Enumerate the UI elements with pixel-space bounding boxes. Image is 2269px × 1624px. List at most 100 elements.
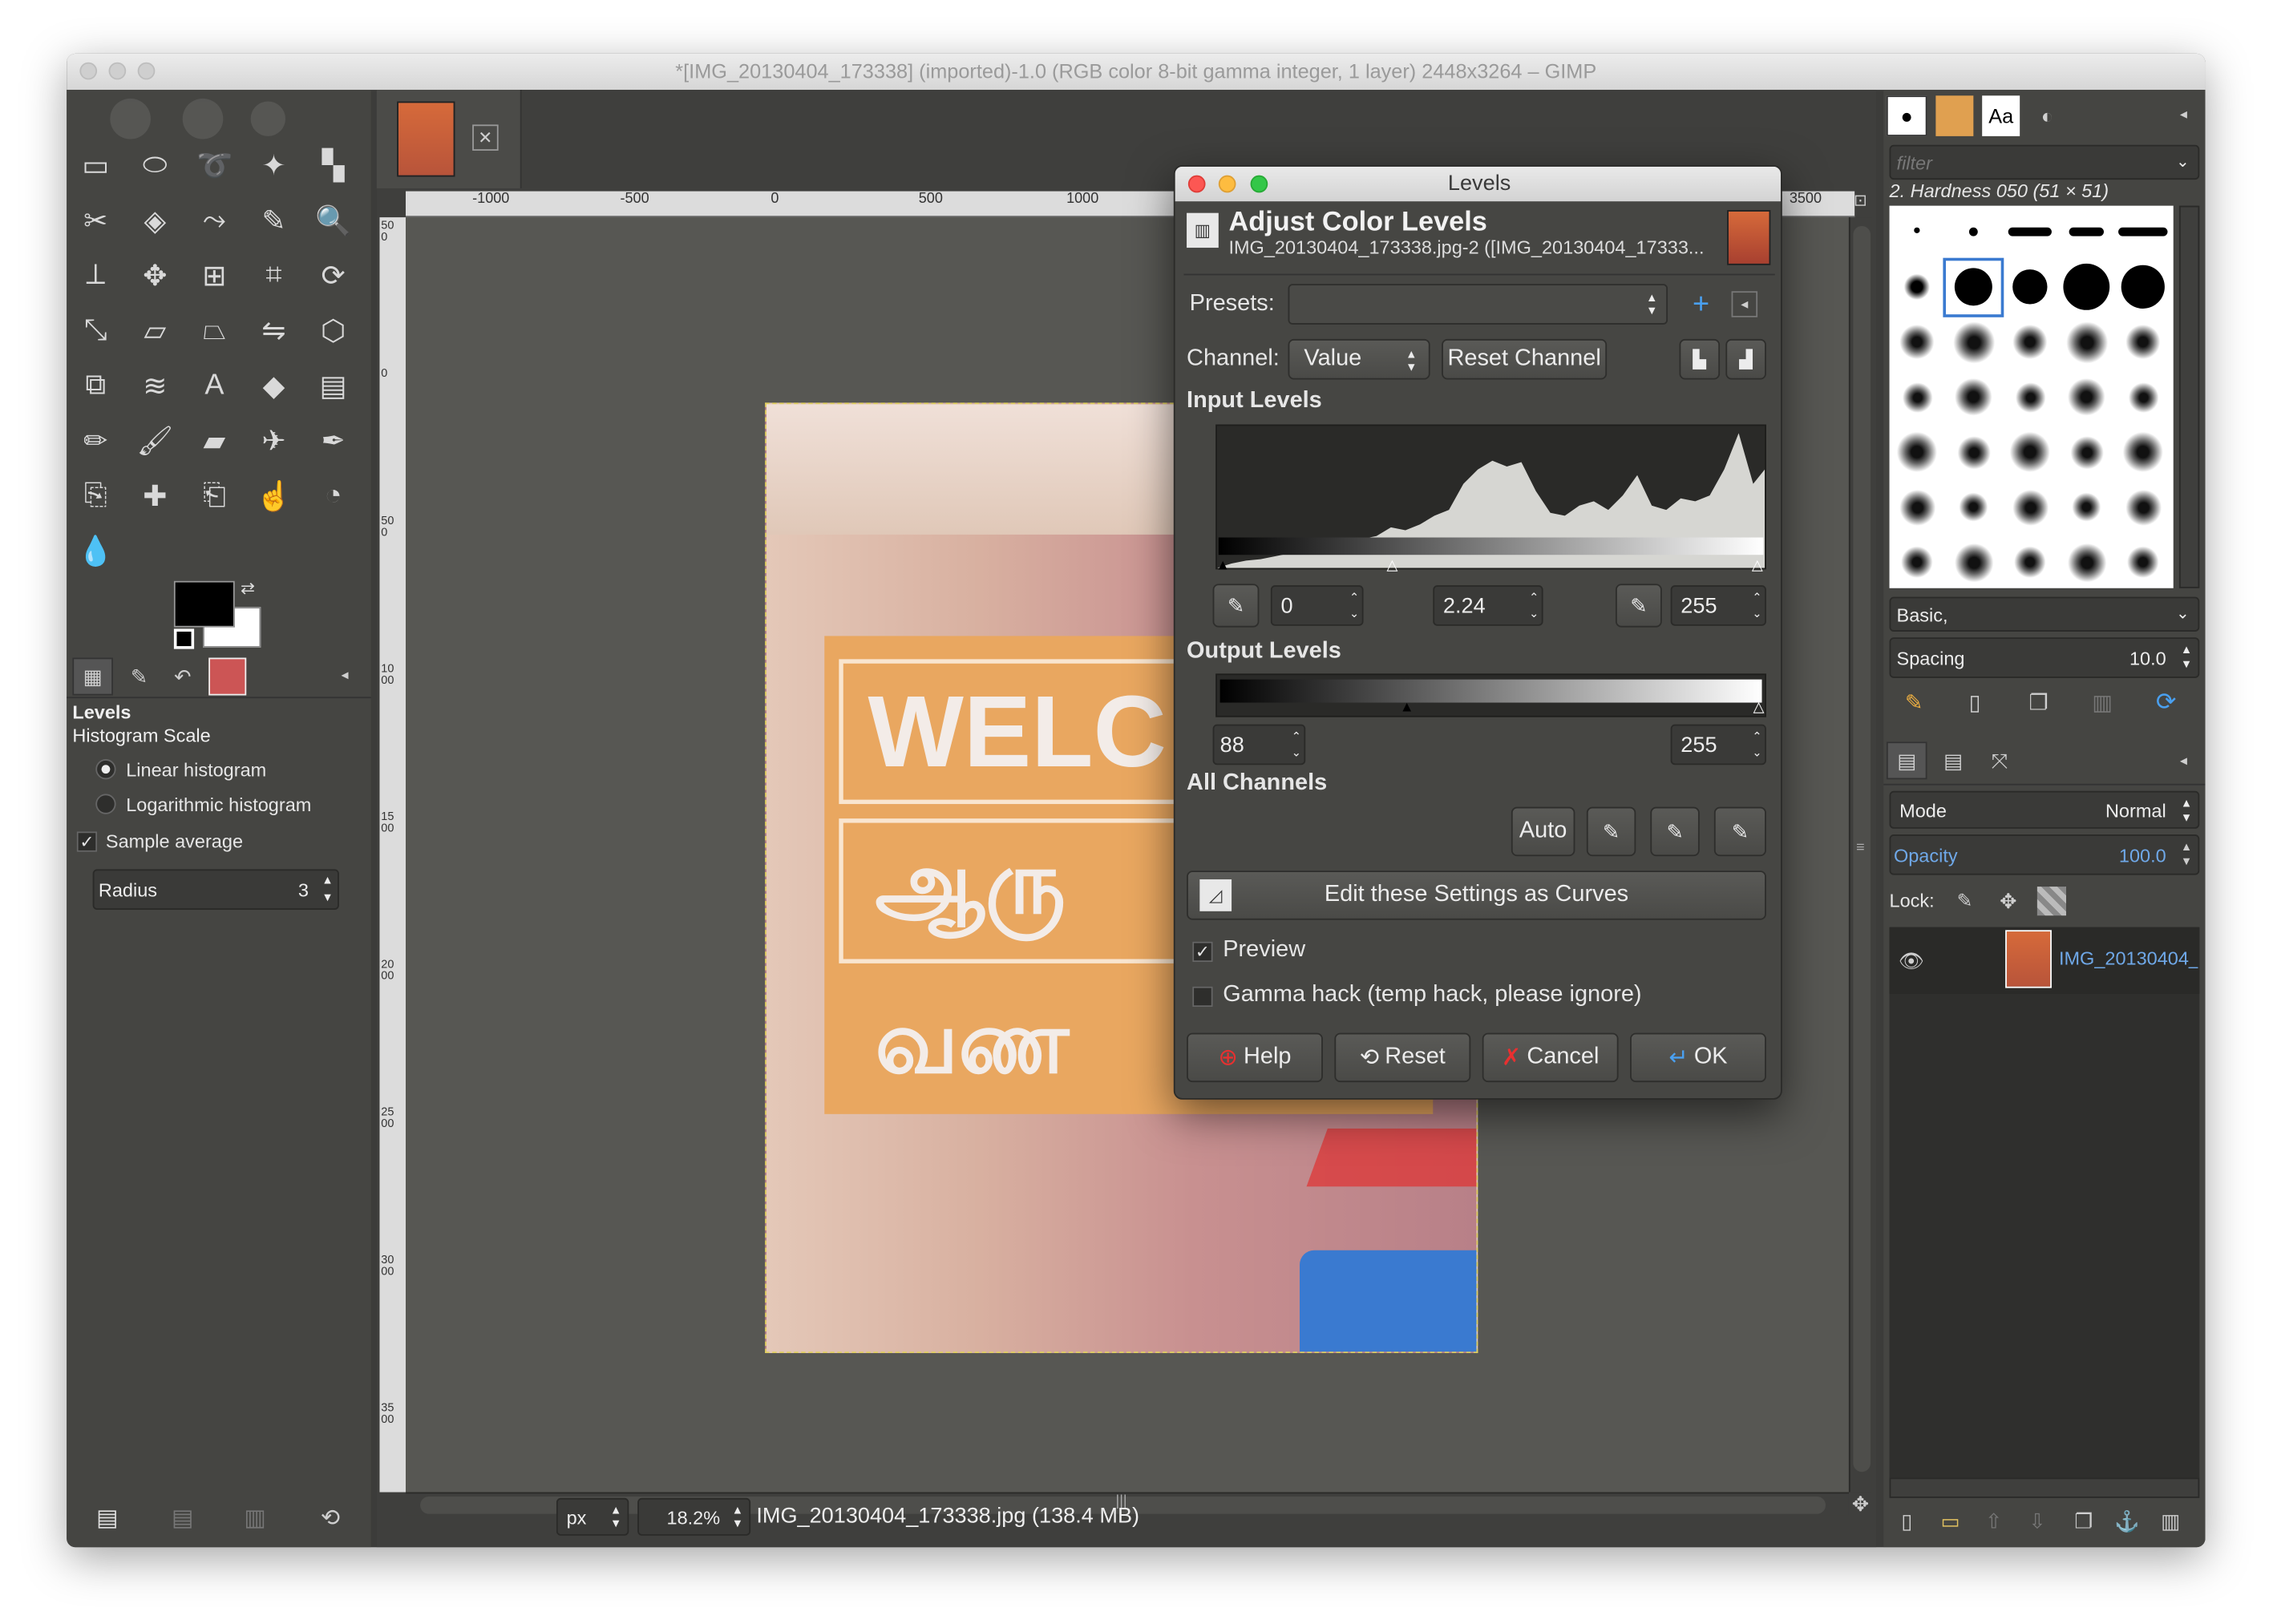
crop-tool-icon[interactable]: ⌗ bbox=[251, 252, 297, 298]
text-tool-icon[interactable]: A bbox=[192, 362, 238, 409]
scissors-tool-icon[interactable]: ✂ bbox=[72, 197, 119, 244]
clone-tool-icon[interactable]: ⎘ bbox=[72, 472, 119, 519]
paintbrush-tool-icon[interactable]: 🖌 bbox=[131, 418, 178, 464]
brush-cell[interactable] bbox=[1890, 261, 1945, 314]
new-layer-icon[interactable]: ▯ bbox=[1892, 1507, 1921, 1536]
close-window-button[interactable] bbox=[79, 62, 98, 80]
brush-cell[interactable] bbox=[2115, 261, 2170, 314]
auto-gray-picker-icon[interactable]: ✎ bbox=[1650, 806, 1700, 857]
ink-tool-icon[interactable]: ✒ bbox=[310, 418, 357, 464]
input-low-spin-icon[interactable]: ⌃ ⌄ bbox=[1349, 590, 1359, 622]
preview-checkbox[interactable]: ✓ bbox=[1192, 941, 1213, 963]
spacing-field[interactable]: Spacing 10.0 ▲ ▼ bbox=[1889, 637, 2200, 678]
output-low-spin-icon[interactable]: ⌃ ⌄ bbox=[1292, 729, 1301, 761]
brush-cell[interactable] bbox=[2059, 316, 2114, 370]
measure-tool-icon[interactable]: ⟂ bbox=[72, 252, 119, 298]
pencil-tool-icon[interactable]: ✏ bbox=[72, 418, 119, 464]
cancel-button[interactable]: ✗ Cancel bbox=[1482, 1032, 1619, 1083]
brush-preset-select[interactable]: Basic, ⌄ bbox=[1889, 596, 2200, 632]
warp-tool-icon[interactable]: ≋ bbox=[131, 362, 178, 409]
images-tab-icon[interactable] bbox=[208, 657, 247, 696]
lock-position-icon[interactable]: ✥ bbox=[1994, 887, 2023, 915]
brush-cell[interactable] bbox=[1946, 316, 2001, 370]
blur-tool-icon[interactable]: 💧 bbox=[72, 527, 119, 574]
input-gamma-field[interactable]: 2.24 ⌃ ⌄ bbox=[1433, 585, 1543, 626]
layers-list[interactable]: 👁 IMG_20130404_ bbox=[1889, 927, 2200, 1478]
eraser-tool-icon[interactable]: ▰ bbox=[192, 418, 238, 464]
input-gamma-spin-icon[interactable]: ⌃ ⌄ bbox=[1529, 590, 1539, 622]
channels-tab-icon[interactable]: ▤ bbox=[1933, 741, 1974, 779]
smudge-tool-icon[interactable]: ☝ bbox=[251, 472, 297, 519]
brush-filter[interactable]: filter ⌄ bbox=[1889, 144, 2200, 180]
minimize-window-button[interactable] bbox=[108, 62, 127, 80]
brush-cell[interactable] bbox=[1946, 481, 2001, 535]
brush-cell[interactable] bbox=[2059, 371, 2114, 425]
channel-select[interactable]: Value ▲ ▼ bbox=[1288, 338, 1430, 380]
zoom-field[interactable]: 18.2% ▲ ▼ bbox=[637, 1497, 751, 1536]
unit-selector[interactable]: px ▲ ▼ bbox=[556, 1497, 629, 1536]
perspective-clone-tool-icon[interactable]: ⎗ bbox=[192, 472, 238, 519]
brush-cell[interactable] bbox=[2002, 536, 2057, 590]
free-select-tool-icon[interactable]: ➰ bbox=[192, 142, 238, 188]
input-high-spin-icon[interactable]: ⌃ ⌄ bbox=[1752, 590, 1761, 622]
linear-histogram-toggle-icon[interactable]: ▙ bbox=[1679, 338, 1721, 380]
brush-cell[interactable] bbox=[1890, 536, 1945, 590]
select-by-color-tool-icon[interactable]: ▚ bbox=[310, 142, 357, 188]
zoom-image-toggle-icon[interactable]: ⊡ bbox=[1849, 192, 1872, 218]
refresh-brushes-icon[interactable]: ⟳ bbox=[2150, 687, 2182, 719]
dialog-zoom-button[interactable] bbox=[1250, 175, 1268, 193]
lower-layer-icon[interactable]: ⇩ bbox=[2023, 1507, 2052, 1536]
presets-select[interactable]: ▲ ▼ bbox=[1288, 284, 1668, 325]
foreground-color-swatch-top[interactable] bbox=[173, 580, 235, 628]
tab-menu-icon[interactable]: ◂ bbox=[334, 664, 357, 687]
foreground-select-tool-icon[interactable]: ◈ bbox=[131, 197, 178, 244]
brush-cell[interactable] bbox=[2059, 536, 2114, 590]
brush-cell[interactable] bbox=[2002, 371, 2057, 425]
rect-select-tool-icon[interactable]: ▭ bbox=[72, 142, 119, 188]
scale-tool-icon[interactable]: ⤡ bbox=[72, 307, 119, 353]
align-tool-icon[interactable]: ⊞ bbox=[192, 252, 238, 298]
brushes-tab-icon[interactable]: ● bbox=[1886, 95, 1927, 136]
layer-mode-select[interactable]: Mode Normal ▲ ▼ bbox=[1889, 790, 2200, 829]
edit-brush-icon[interactable]: ✎ bbox=[1898, 687, 1930, 719]
new-layer-group-icon[interactable]: ▭ bbox=[1935, 1507, 1964, 1536]
opacity-field[interactable]: Opacity 100.0 ▲ ▼ bbox=[1889, 834, 2200, 875]
opacity-spin-icon[interactable]: ▲ ▼ bbox=[2181, 840, 2192, 869]
add-preset-icon[interactable]: + bbox=[1685, 288, 1717, 321]
airbrush-tool-icon[interactable]: ✈ bbox=[251, 418, 297, 464]
blend-tool-icon[interactable]: ▤ bbox=[310, 362, 357, 409]
shear-tool-icon[interactable]: ▱ bbox=[131, 307, 178, 353]
paths-tool-icon[interactable]: ⤳ bbox=[192, 197, 238, 244]
output-high-spin-icon[interactable]: ⌃ ⌄ bbox=[1752, 729, 1761, 761]
presets-menu-icon[interactable]: ◂ bbox=[1731, 291, 1758, 317]
brush-cell[interactable] bbox=[2115, 206, 2170, 260]
bucket-fill-tool-icon[interactable]: ◆ bbox=[251, 362, 297, 409]
move-tool-icon[interactable]: ✥ bbox=[131, 252, 178, 298]
brush-cell[interactable] bbox=[2115, 426, 2170, 479]
layers-tab-icon[interactable]: ▤ bbox=[1886, 741, 1927, 780]
brush-cell[interactable] bbox=[2059, 426, 2114, 479]
device-status-tab-icon[interactable]: ✎ bbox=[119, 658, 160, 696]
radius-spin-icon[interactable]: ▲ ▼ bbox=[322, 872, 333, 907]
input-high-handle[interactable]: △ bbox=[1752, 558, 1763, 574]
edit-as-curves-button[interactable]: ◿ Edit these Settings as Curves bbox=[1187, 871, 1766, 920]
brush-cell[interactable] bbox=[1946, 426, 2001, 479]
close-tab-icon[interactable]: ✕ bbox=[472, 124, 499, 151]
anchor-layer-icon[interactable]: ⚓ bbox=[2113, 1507, 2142, 1536]
tool-options-tab-icon[interactable]: ▦ bbox=[72, 657, 113, 696]
brush-cell[interactable] bbox=[2002, 481, 2057, 535]
lock-pixels-icon[interactable]: ✎ bbox=[1950, 887, 1979, 915]
brush-cell[interactable] bbox=[2115, 481, 2170, 535]
output-slider[interactable]: ▲ △ bbox=[1215, 673, 1766, 717]
duplicate-layer-icon[interactable]: ❐ bbox=[2069, 1507, 2098, 1536]
brush-cell[interactable] bbox=[2002, 316, 2057, 370]
help-button[interactable]: ⊕ Help bbox=[1187, 1032, 1323, 1083]
rotate-tool-icon[interactable]: ⟳ bbox=[310, 252, 357, 298]
delete-tool-preset-icon[interactable]: ▥ bbox=[237, 1501, 272, 1535]
reset-channel-button[interactable]: Reset Channel bbox=[1442, 338, 1608, 380]
heal-tool-icon[interactable]: ✚ bbox=[131, 472, 178, 519]
layer-row[interactable]: 👁 IMG_20130404_ bbox=[1889, 927, 2200, 994]
reset-button[interactable]: ⟲ Reset bbox=[1334, 1032, 1471, 1083]
brush-grid[interactable] bbox=[1889, 205, 2174, 590]
spacing-spin-icon[interactable]: ▲ ▼ bbox=[2181, 643, 2192, 672]
